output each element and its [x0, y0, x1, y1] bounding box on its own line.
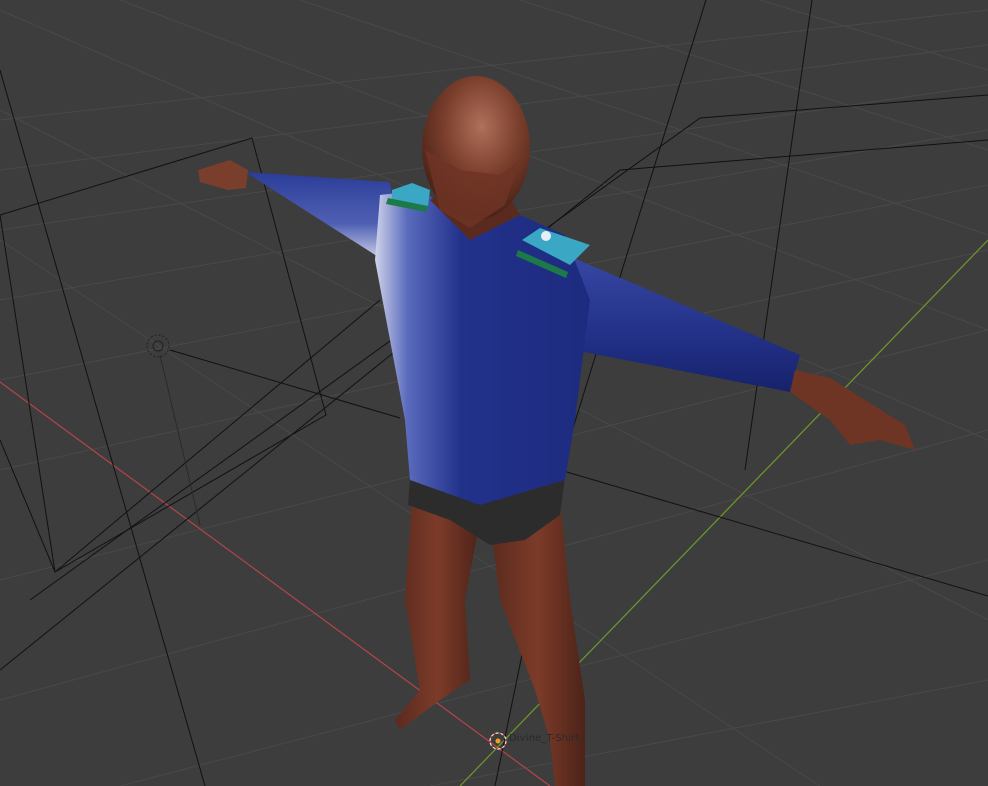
3d-viewport[interactable]: Divine_T-Shirt [0, 0, 988, 786]
character-model[interactable] [198, 76, 915, 786]
right-hand [790, 370, 915, 450]
selected-object-label: Divine_T-Shirt [509, 733, 580, 744]
light-icon[interactable] [146, 334, 170, 358]
left-hand [198, 160, 248, 190]
viewport-scene[interactable] [0, 0, 988, 786]
